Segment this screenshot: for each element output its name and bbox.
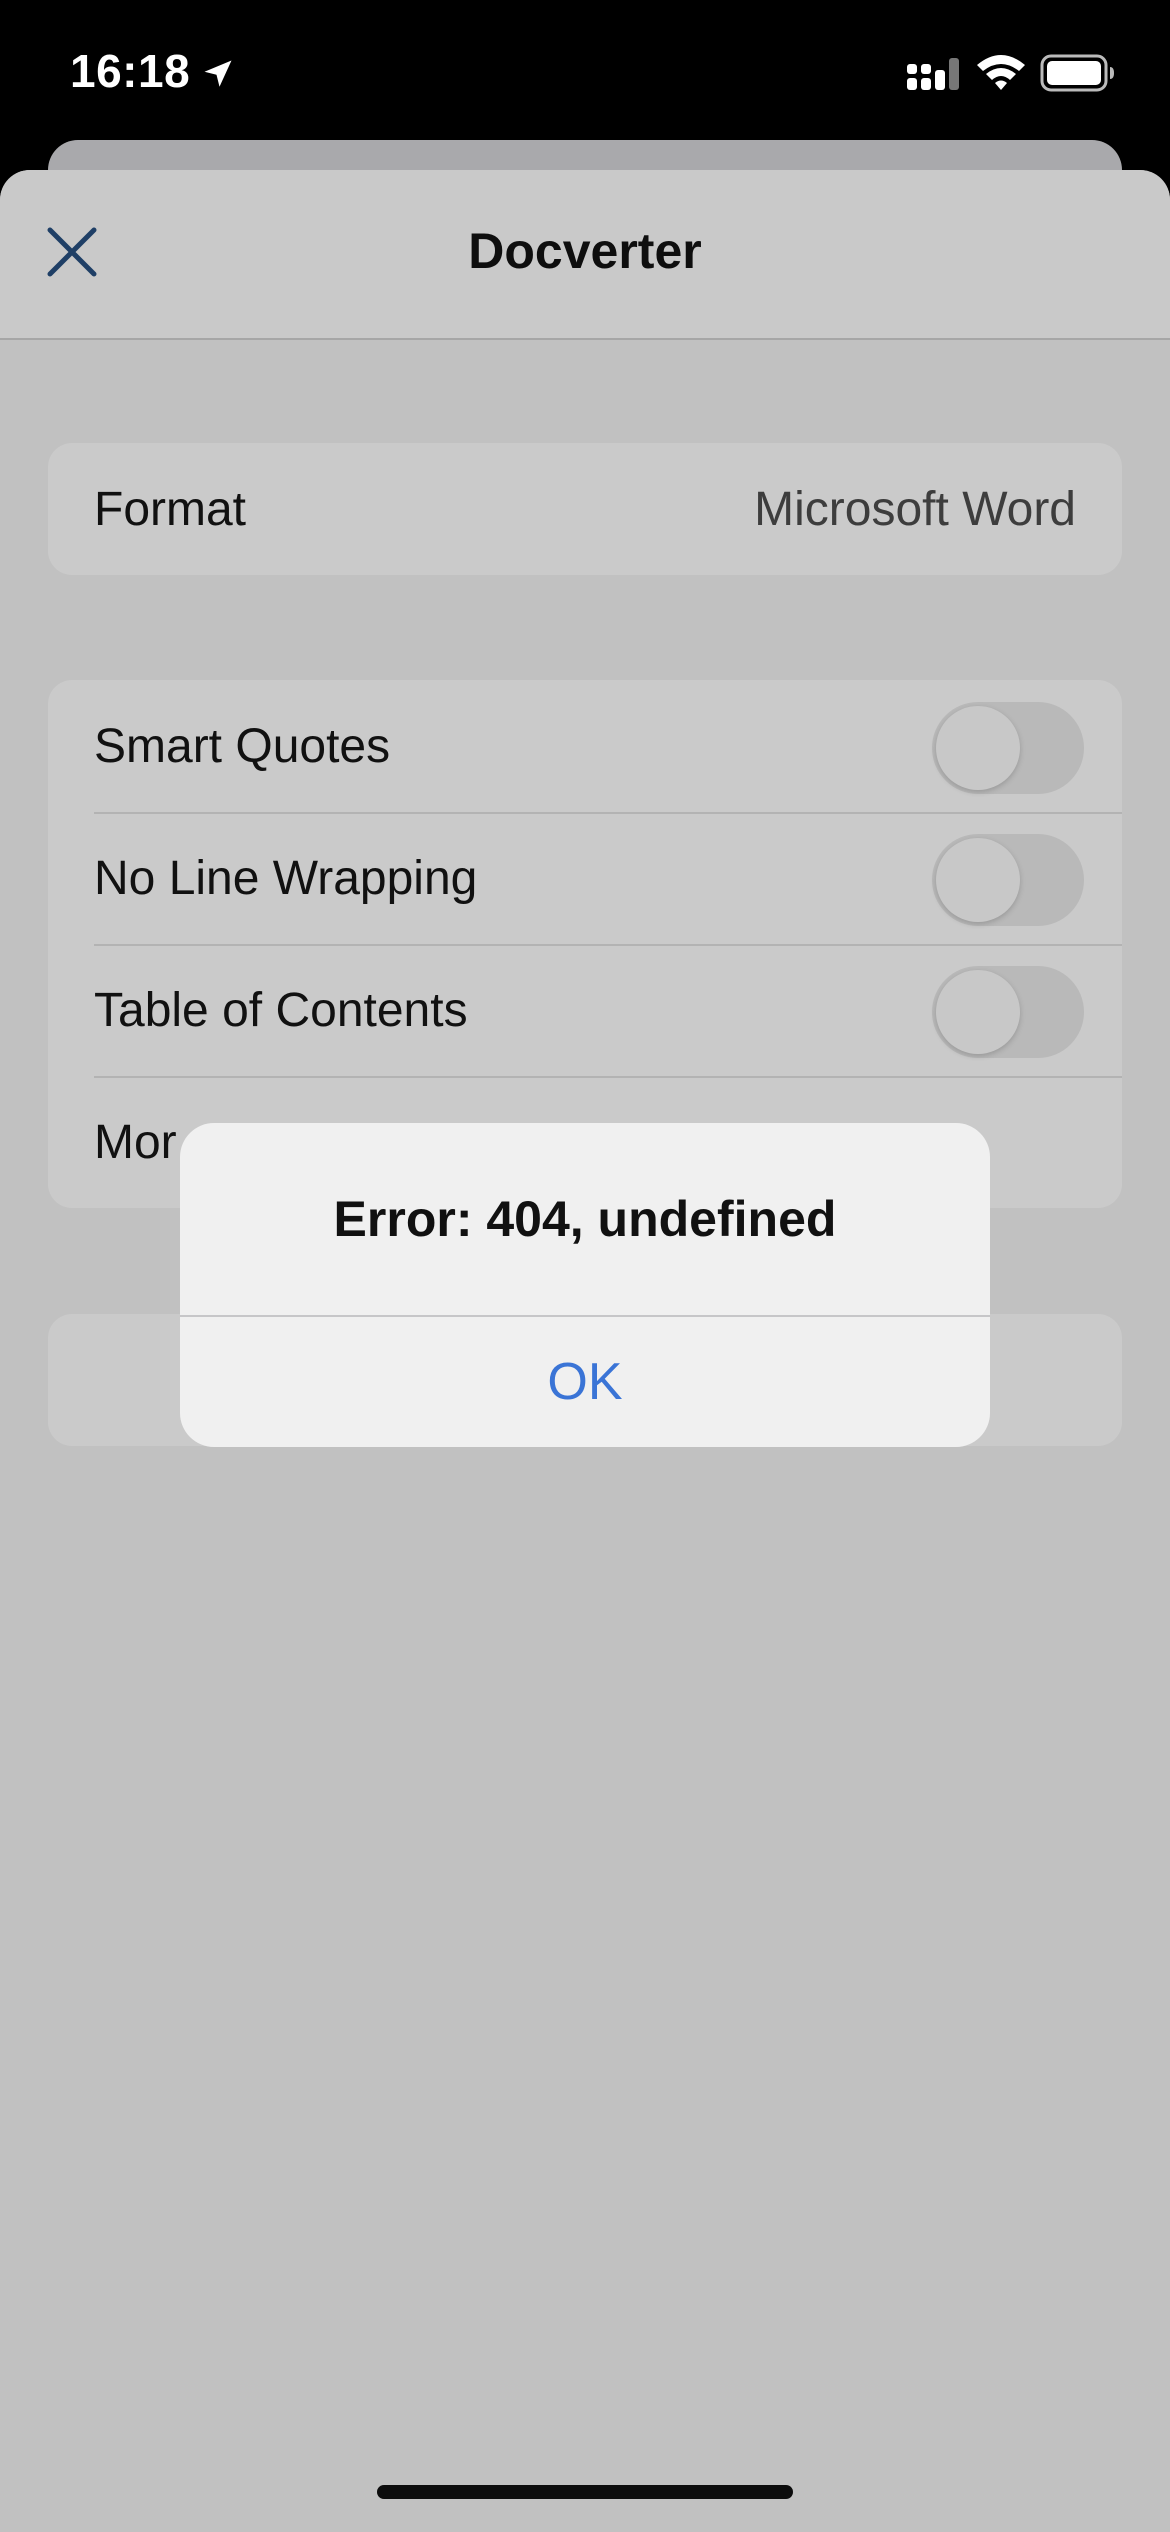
- format-value: Microsoft Word: [754, 482, 1076, 536]
- page-title: Docverter: [468, 223, 702, 279]
- toggle-knob: [936, 970, 1020, 1054]
- status-bar: 16:18: [0, 0, 1170, 150]
- no-line-wrapping-toggle[interactable]: [932, 834, 1084, 926]
- error-alert: Error: 404, undefined OK: [180, 1123, 990, 1447]
- table-of-contents-toggle[interactable]: [932, 966, 1084, 1058]
- format-label: Format: [94, 482, 247, 536]
- smart-quotes-toggle[interactable]: [932, 702, 1084, 794]
- format-group: Format Microsoft Word: [48, 443, 1122, 575]
- option-label: No Line Wrapping: [94, 851, 478, 905]
- alert-title: Error: 404, undefined: [333, 1191, 837, 1247]
- status-time: 16:18: [70, 45, 191, 97]
- toggle-knob: [936, 838, 1020, 922]
- option-row-no-line-wrapping: No Line Wrapping: [48, 812, 1122, 944]
- home-indicator[interactable]: [377, 2485, 793, 2499]
- option-row-smart-quotes: Smart Quotes: [48, 680, 1122, 812]
- wifi-icon: [977, 55, 1025, 90]
- battery-icon: [1040, 54, 1114, 92]
- nav-bar: Docverter: [0, 170, 1170, 340]
- option-label: Smart Quotes: [94, 719, 391, 773]
- option-row-table-of-contents: Table of Contents: [48, 944, 1122, 1076]
- option-label: Table of Contents: [94, 983, 468, 1037]
- location-arrow-icon: [204, 60, 232, 87]
- cellular-signal-icon: [907, 58, 959, 90]
- alert-ok-button[interactable]: OK: [180, 1317, 990, 1447]
- format-row[interactable]: Format Microsoft Word: [48, 443, 1122, 575]
- toggle-knob: [936, 706, 1020, 790]
- screen: 16:18 Docverter Format Microsoft Word Sm…: [0, 0, 1170, 2532]
